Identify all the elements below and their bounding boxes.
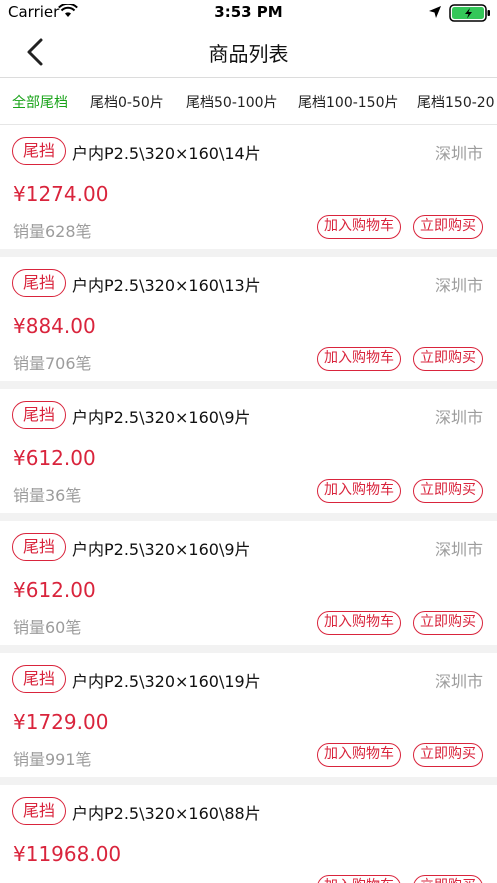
product-city: 深圳市 xyxy=(434,144,483,163)
product-sales: 销量60笔 xyxy=(13,618,82,637)
product-city: 深圳市 xyxy=(434,408,483,427)
buy-now-button[interactable]: 立即购买 xyxy=(413,875,483,883)
product-card[interactable]: 尾挡 户内P2.5\320×160\13片 深圳市 ¥884.00 销量706笔… xyxy=(0,257,497,381)
product-card[interactable]: 尾挡 户内P2.5\320×160\88片 ¥11968.00 加入购物车 立即… xyxy=(0,785,497,883)
tab-0-50[interactable]: 尾档0-50片 xyxy=(90,92,164,112)
battery-icon xyxy=(449,4,490,22)
buy-now-button[interactable]: 立即购买 xyxy=(413,611,483,635)
product-sales: 销量706笔 xyxy=(13,354,92,373)
product-title: 户内P2.5\320×160\13片 xyxy=(72,276,261,295)
product-city: 深圳市 xyxy=(434,276,483,295)
product-card[interactable]: 尾挡 户内P2.5\320×160\14片 深圳市 ¥1274.00 销量628… xyxy=(0,125,497,249)
product-city: 深圳市 xyxy=(434,540,483,559)
nav-bar: 商品列表 xyxy=(0,24,497,78)
add-to-cart-button[interactable]: 加入购物车 xyxy=(317,611,401,635)
product-city: 深圳市 xyxy=(434,672,483,691)
buy-now-button[interactable]: 立即购买 xyxy=(413,479,483,503)
product-sales: 销量991笔 xyxy=(13,750,92,769)
tail-tag: 尾挡 xyxy=(12,269,67,297)
tab-all[interactable]: 全部尾档 xyxy=(12,92,68,112)
tail-tag: 尾挡 xyxy=(12,401,67,429)
tab-100-150[interactable]: 尾档100-150片 xyxy=(298,92,399,112)
product-title: 户内P2.5\320×160\9片 xyxy=(72,540,251,559)
tail-tag: 尾挡 xyxy=(12,665,67,693)
add-to-cart-button[interactable]: 加入购物车 xyxy=(317,479,401,503)
product-sales: 销量628笔 xyxy=(13,222,92,241)
tail-tag: 尾挡 xyxy=(12,797,67,825)
product-price: ¥884.00 xyxy=(13,314,96,338)
product-title: 户内P2.5\320×160\88片 xyxy=(72,804,261,823)
buy-now-button[interactable]: 立即购买 xyxy=(413,215,483,239)
product-card[interactable]: 尾挡 户内P2.5\320×160\9片 深圳市 ¥612.00 销量36笔 加… xyxy=(0,389,497,513)
add-to-cart-button[interactable]: 加入购物车 xyxy=(317,347,401,371)
product-sales: 销量36笔 xyxy=(13,486,82,505)
product-price: ¥11968.00 xyxy=(13,842,122,866)
status-bar: Carrier 3:53 PM xyxy=(0,0,497,24)
buy-now-button[interactable]: 立即购买 xyxy=(413,743,483,767)
add-to-cart-button[interactable]: 加入购物车 xyxy=(317,875,401,883)
product-title: 户内P2.5\320×160\9片 xyxy=(72,408,251,427)
product-list: 尾挡 户内P2.5\320×160\14片 深圳市 ¥1274.00 销量628… xyxy=(0,125,497,883)
tail-tag: 尾挡 xyxy=(12,533,67,561)
product-card[interactable]: 尾挡 户内P2.5\320×160\19片 深圳市 ¥1729.00 销量991… xyxy=(0,653,497,777)
product-price: ¥612.00 xyxy=(13,578,96,602)
buy-now-button[interactable]: 立即购买 xyxy=(413,347,483,371)
product-price: ¥1729.00 xyxy=(13,710,109,734)
product-price: ¥1274.00 xyxy=(13,182,109,206)
tab-50-100[interactable]: 尾档50-100片 xyxy=(186,92,278,112)
add-to-cart-button[interactable]: 加入购物车 xyxy=(317,215,401,239)
location-arrow-icon xyxy=(429,6,441,18)
product-price: ¥612.00 xyxy=(13,446,96,470)
product-title: 户内P2.5\320×160\14片 xyxy=(72,144,261,163)
page-title: 商品列表 xyxy=(208,42,289,66)
product-card[interactable]: 尾挡 户内P2.5\320×160\9片 深圳市 ¥612.00 销量60笔 加… xyxy=(0,521,497,645)
status-time: 3:53 PM xyxy=(214,3,283,21)
tail-tag: 尾挡 xyxy=(12,137,67,165)
tab-150-200[interactable]: 尾档150-20 xyxy=(417,92,495,112)
filter-tab-bar: 全部尾档 尾档0-50片 尾档50-100片 尾档100-150片 尾档150-… xyxy=(0,79,497,125)
add-to-cart-button[interactable]: 加入购物车 xyxy=(317,743,401,767)
product-title: 户内P2.5\320×160\19片 xyxy=(72,672,261,691)
